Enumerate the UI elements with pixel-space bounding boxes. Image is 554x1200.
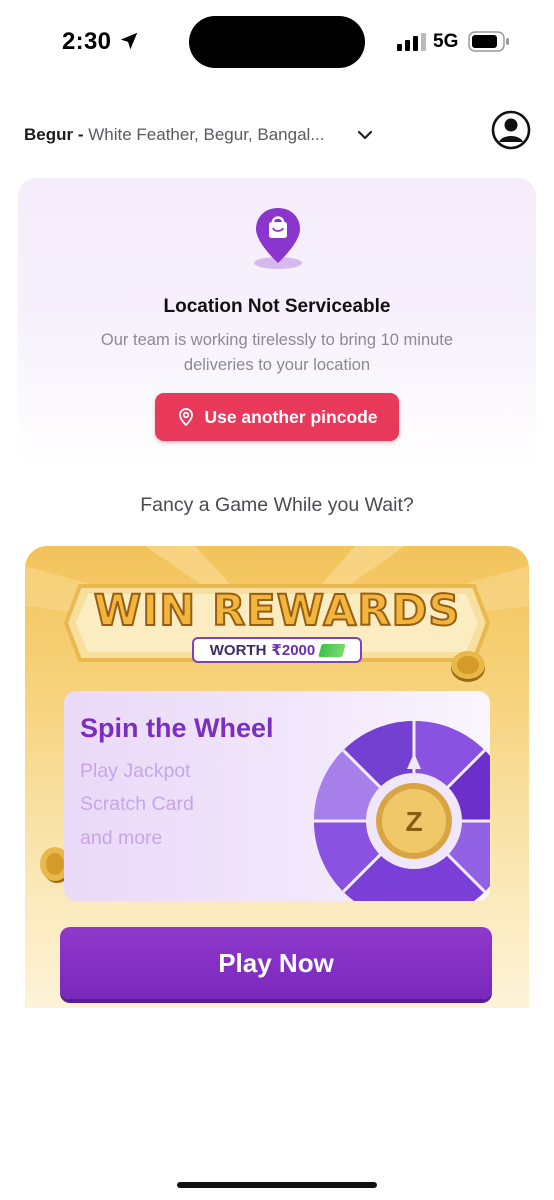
wheel-center-logo: Z [405,806,423,837]
signal-strength-icon [397,33,426,51]
win-rewards-card: WIN REWARDS WORTH ₹2000 Spin the Wheel P… [25,546,529,1008]
delivery-address[interactable]: Begur - White Feather, Begur, Bangal... [24,125,324,145]
win-rewards-headline: WIN REWARDS [93,585,461,637]
battery-icon [468,31,509,52]
worth-label: WORTH [209,641,267,659]
game-item: and more [80,827,163,849]
shopping-bag-pin-icon [254,208,302,269]
location-arrow-icon [120,32,138,50]
address-detail: White Feather, Begur, Bangal... [88,125,325,144]
map-pin-icon [179,408,194,427]
chevron-down-icon[interactable] [356,126,374,144]
play-now-button[interactable]: Play Now [60,927,492,999]
use-another-pincode-button[interactable]: Use another pincode [155,393,399,441]
location-not-serviceable-card: Location Not Serviceable Our team is wor… [18,178,536,468]
location-description: Our team is working tirelessly to bring … [100,331,454,374]
home-indicator[interactable] [177,1182,377,1188]
game-item: Play Jackpot [80,760,191,782]
pincode-button-label: Use another pincode [204,406,378,427]
coin-icon [451,651,485,682]
worth-badge: WORTH ₹2000 [192,637,362,663]
location-title: Location Not Serviceable [163,296,391,317]
address-area: Begur - [24,125,84,144]
network-type: 5G [433,31,459,52]
status-bar: 2:30 5G [0,0,554,86]
game-prompt: Fancy a Game While you Wait? [140,494,414,516]
profile-icon[interactable] [491,110,531,150]
status-time: 2:30 [62,28,112,55]
dynamic-island [189,16,365,68]
location-header[interactable]: Begur - White Feather, Begur, Bangal... [0,110,554,160]
spin-the-wheel-card[interactable]: Spin the Wheel Play Jackpot Scratch Card… [64,691,490,901]
game-item: Scratch Card [80,793,194,815]
spin-title: Spin the Wheel [80,713,274,743]
cash-icon [318,643,346,657]
worth-value: ₹2000 [271,642,316,659]
